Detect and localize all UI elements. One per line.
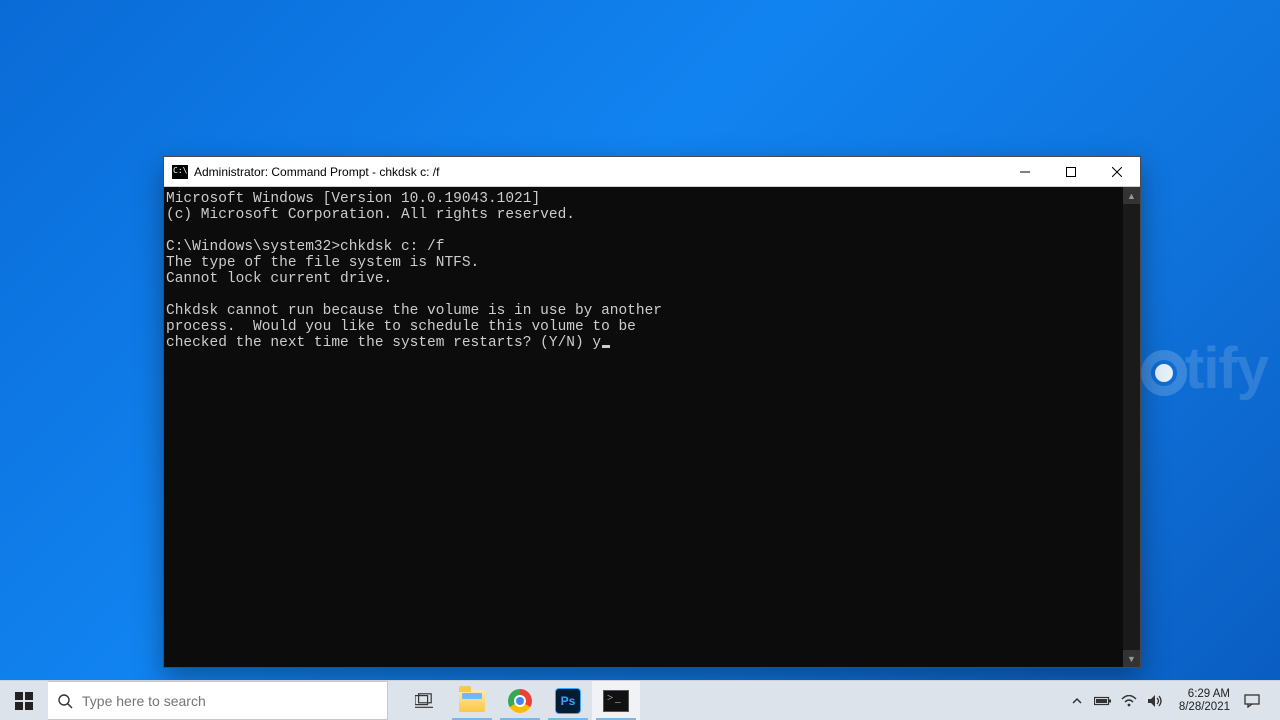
close-button[interactable] [1094,157,1140,187]
search-input[interactable] [82,682,387,719]
file-explorer-icon [459,690,485,712]
window-title: Administrator: Command Prompt - chkdsk c… [194,165,439,179]
terminal-input-line: checked the next time the system restart… [166,335,601,351]
windows-logo-icon [15,692,33,710]
wifi-icon[interactable] [1119,695,1139,707]
chrome-taskbar-button[interactable] [496,681,544,720]
terminal-line: process. Would you like to schedule this… [166,319,636,335]
command-prompt-window: Administrator: Command Prompt - chkdsk c… [163,156,1141,668]
terminal-output[interactable]: Microsoft Windows [Version 10.0.19043.10… [164,187,1123,667]
terminal-line: Chkdsk cannot run because the volume is … [166,303,662,319]
chrome-icon [508,689,532,713]
photoshop-icon: Ps [555,688,581,714]
terminal-line: Microsoft Windows [Version 10.0.19043.10… [166,191,540,207]
clock-time: 6:29 AM [1179,688,1230,701]
tray-overflow-button[interactable] [1067,695,1087,707]
taskbar-search[interactable] [48,681,388,720]
watermark-part: tify [1185,335,1268,402]
search-icon [48,693,82,709]
maximize-button[interactable] [1048,157,1094,187]
start-button[interactable] [0,681,48,720]
scroll-track[interactable] [1123,204,1140,650]
terminal-line: Cannot lock current drive. [166,271,392,287]
system-tray: 6:29 AM 8/28/2021 [1067,681,1280,720]
desktop: upl tify Administrator: Command Prompt -… [0,0,1280,720]
scroll-up-button[interactable]: ▲ [1123,187,1140,204]
watermark-o-icon [1141,350,1187,396]
cmd-icon [603,690,629,712]
file-explorer-taskbar-button[interactable] [448,681,496,720]
terminal-body[interactable]: Microsoft Windows [Version 10.0.19043.10… [164,187,1140,667]
taskbar-clock[interactable]: 6:29 AM 8/28/2021 [1171,688,1238,714]
battery-icon[interactable] [1093,695,1113,707]
terminal-line: (c) Microsoft Corporation. All rights re… [166,207,575,223]
minimize-button[interactable] [1002,157,1048,187]
scroll-down-button[interactable]: ▼ [1123,650,1140,667]
cmd-system-icon [172,165,188,179]
taskbar: Ps 6:29 AM 8/28/2021 [0,680,1280,720]
terminal-prompt-line: C:\Windows\system32>chkdsk c: /f [166,239,444,255]
task-view-button[interactable] [400,681,448,720]
clock-date: 8/28/2021 [1179,701,1230,714]
volume-icon[interactable] [1145,694,1165,708]
text-cursor [602,345,610,348]
vertical-scrollbar[interactable]: ▲ ▼ [1123,187,1140,667]
action-center-button[interactable] [1244,694,1266,708]
terminal-line: The type of the file system is NTFS. [166,255,479,271]
cmd-taskbar-button[interactable] [592,681,640,720]
titlebar[interactable]: Administrator: Command Prompt - chkdsk c… [164,157,1140,187]
photoshop-taskbar-button[interactable]: Ps [544,681,592,720]
